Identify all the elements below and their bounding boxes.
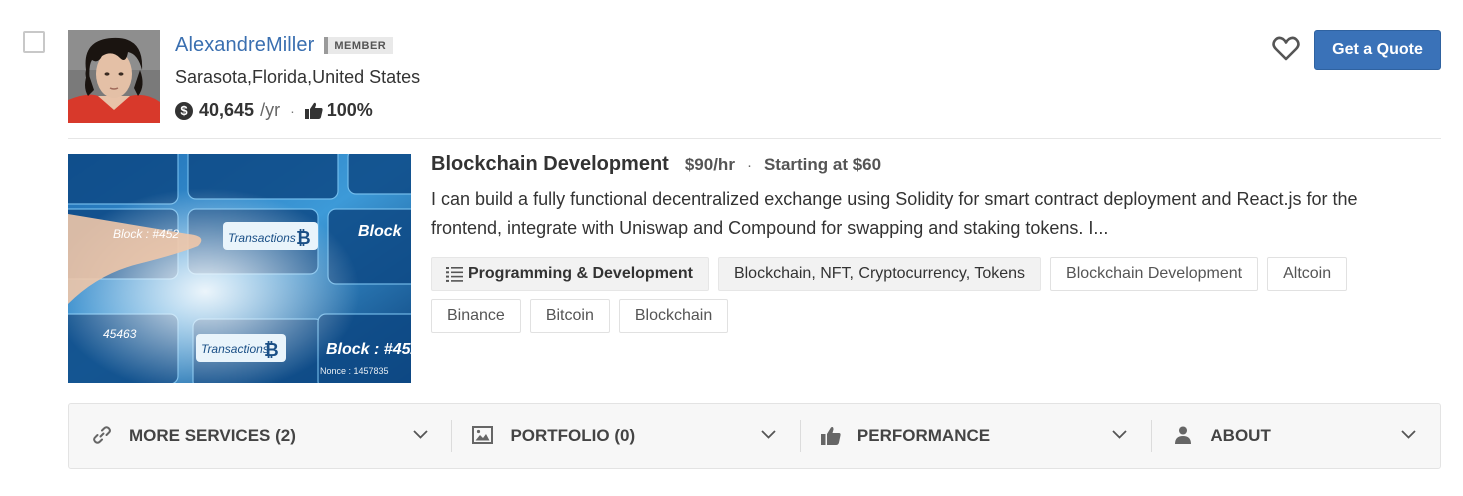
chevron-down-icon <box>761 430 777 439</box>
chevron-down-icon <box>1401 430 1417 439</box>
list-icon <box>446 266 463 282</box>
service-image[interactable]: Block : #452 Transactions ₿ Block 45463 … <box>68 154 411 383</box>
thumbs-up-icon <box>304 102 323 119</box>
heart-outline-icon[interactable] <box>1272 36 1300 62</box>
tab-about[interactable]: ABOUT <box>1149 404 1440 468</box>
location-text: Sarasota,Florida,United States <box>175 67 421 87</box>
skill-tag[interactable]: Binance <box>431 299 521 333</box>
earnings-period: /yr <box>260 100 281 120</box>
image-nonce-label: Nonce : 1457835 <box>320 366 389 376</box>
skill-tag[interactable]: Blockchain Development <box>1050 257 1259 291</box>
subcategory-tag[interactable]: Blockchain, NFT, Cryptocurrency, Tokens <box>717 257 1042 291</box>
image-block-label-3: Block : #452 <box>326 341 411 358</box>
tab-portfolio-label: PORTFOLIO (0) <box>510 426 636 445</box>
category-tag-label: Programming & Development <box>468 265 693 282</box>
svg-text:₿: ₿ <box>296 228 311 248</box>
service-title-row: Blockchain Development $90/hr · Starting… <box>431 153 881 176</box>
link-icon <box>93 426 111 444</box>
avatar[interactable] <box>68 30 160 123</box>
skill-tag[interactable]: Blockchain <box>618 299 729 333</box>
skill-tag[interactable]: Altcoin <box>1267 257 1348 291</box>
detail-tabs-bar: MORE SERVICES (2) PORTFOLIO (0) PERFORMA… <box>68 403 1441 469</box>
tab-about-label: ABOUT <box>1210 426 1271 445</box>
image-block-label-1: Block : #452 <box>113 227 179 241</box>
tab-more-services[interactable]: MORE SERVICES (2) <box>69 404 450 468</box>
skill-tag[interactable]: Bitcoin <box>529 299 610 333</box>
chevron-down-icon <box>1112 430 1127 439</box>
user-icon <box>1175 426 1192 444</box>
freelancer-name-link[interactable]: AlexandreMiller <box>175 34 314 57</box>
image-transactions-label-2: Transactions <box>201 342 269 356</box>
tag-list: Programming & Development Blockchain, NF… <box>431 257 1431 333</box>
service-starting-price: Starting at $60 <box>763 155 882 174</box>
stats-row: $ 40,645 /yr · 100% <box>175 100 373 121</box>
earnings-amount: 40,645 <box>199 100 255 120</box>
tab-more-services-label: MORE SERVICES (2) <box>129 426 296 445</box>
dollar-icon: $ <box>175 101 193 120</box>
tab-portfolio[interactable]: PORTFOLIO (0) <box>450 404 798 468</box>
svg-text:₿: ₿ <box>264 340 279 360</box>
category-tag[interactable]: Programming & Development <box>431 257 709 291</box>
stats-separator: · <box>290 102 295 119</box>
image-icon <box>472 426 494 444</box>
service-title[interactable]: Blockchain Development <box>431 153 669 176</box>
rating-value: 100% <box>326 100 373 120</box>
tab-performance-label: PERFORMANCE <box>856 426 991 445</box>
service-separator: · <box>746 157 752 174</box>
divider <box>68 138 1441 139</box>
chevron-down-icon <box>413 430 428 439</box>
image-number-1: 45463 <box>103 327 137 341</box>
image-block-label-2: Block <box>358 223 403 240</box>
name-row: AlexandreMiller MEMBER <box>175 34 394 57</box>
image-transactions-label-1: Transactions <box>228 231 296 245</box>
service-rate: $90/hr <box>684 155 735 174</box>
service-description: I can build a fully functional decentral… <box>431 189 1358 238</box>
freelancer-card: AlexandreMiller MEMBER Sarasota,Florida,… <box>0 0 1463 496</box>
member-badge: MEMBER <box>324 37 394 54</box>
thumbs-up-icon <box>820 426 841 445</box>
get-a-quote-button[interactable]: Get a Quote <box>1314 30 1441 70</box>
tab-performance[interactable]: PERFORMANCE <box>799 404 1149 468</box>
select-checkbox[interactable] <box>23 31 45 53</box>
